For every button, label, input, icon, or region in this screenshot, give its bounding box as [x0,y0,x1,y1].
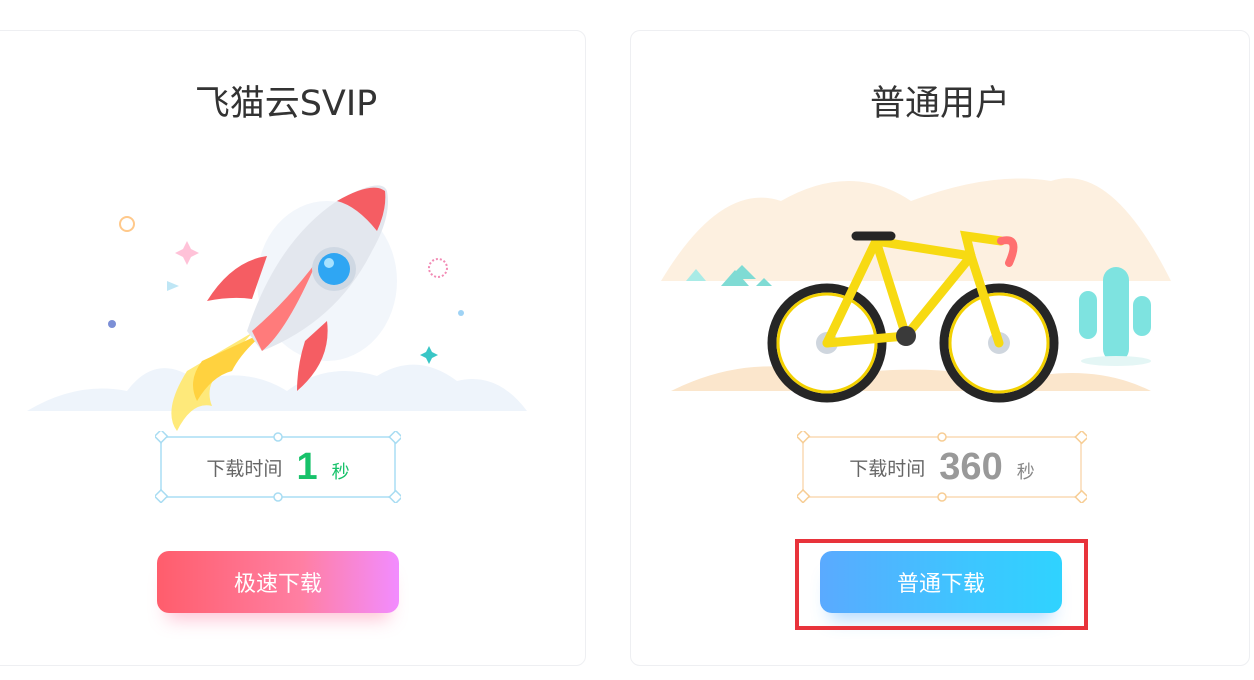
normal-time-value: 360 [939,445,1003,488]
normal-time-label: 下载时间 [849,457,926,480]
normal-download-button[interactable]: 普通下载 [820,551,1062,613]
normal-time-unit: 秒 [1016,462,1035,483]
svip-plan-card: 飞猫云SVIP 下载时间 1 秒 极速下载 [0,30,586,666]
normal-plan-card: 普通用户 下载时间 360 秒 普通下载 [630,30,1250,666]
svip-download-time-box: 下载时间 1 秒 [155,431,401,503]
fast-download-button[interactable]: 极速下载 [157,551,399,613]
normal-download-time-box: 下载时间 360 秒 [797,431,1087,503]
svip-time-unit: 秒 [331,462,350,483]
rocket-icon [27,185,527,431]
svip-time-label: 下载时间 [206,457,283,480]
svip-time-value: 1 [296,445,318,488]
bicycle-icon [661,178,1171,403]
